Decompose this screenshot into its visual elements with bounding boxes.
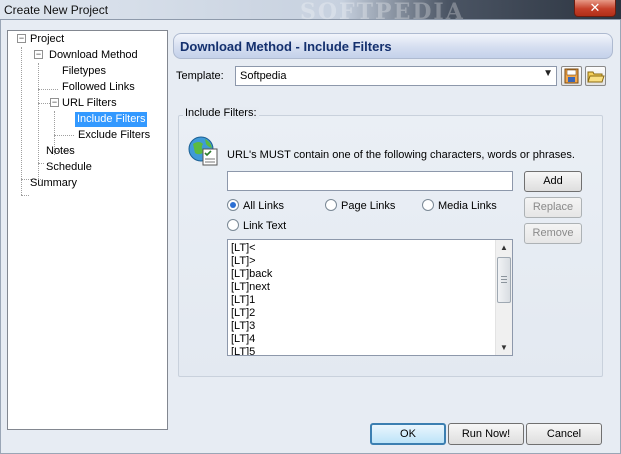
replace-button[interactable]: Replace xyxy=(524,197,582,218)
save-template-button[interactable] xyxy=(561,66,582,86)
radio-indicator xyxy=(325,199,337,211)
title-bar: Create New Project SOFTPEDIA ✕ xyxy=(0,0,621,25)
cancel-button[interactable]: Cancel xyxy=(526,423,602,445)
ok-button[interactable]: OK xyxy=(370,423,446,445)
tree-item-project[interactable]: Project xyxy=(30,32,64,47)
tree-item-schedule[interactable]: Schedule xyxy=(46,160,92,175)
radio-label: Link Text xyxy=(243,220,287,232)
list-item[interactable]: [LT]3 xyxy=(231,320,272,333)
list-item[interactable]: [LT]> xyxy=(231,255,272,268)
collapse-icon[interactable]: − xyxy=(50,98,59,107)
list-item[interactable]: [LT]5 xyxy=(231,346,272,355)
radio-all-links[interactable]: All Links xyxy=(227,199,284,213)
include-filters-group: Include Filters: URL's MUST contain one … xyxy=(178,107,603,377)
run-now-button[interactable]: Run Now! xyxy=(448,423,524,445)
list-item[interactable]: [LT]next xyxy=(231,281,272,294)
tree-line xyxy=(38,63,39,179)
radio-page-links[interactable]: Page Links xyxy=(325,199,395,213)
list-item[interactable]: [LT]1 xyxy=(231,294,272,307)
radio-label: All Links xyxy=(243,200,284,212)
tree-item-url-filters[interactable]: URL Filters xyxy=(62,96,117,111)
template-value: Softpedia xyxy=(240,70,287,82)
tree-line xyxy=(21,47,22,195)
list-item[interactable]: [LT]< xyxy=(231,242,272,255)
list-scrollbar[interactable]: ▲ ▼ xyxy=(495,240,512,355)
list-item[interactable]: [LT]back xyxy=(231,268,272,281)
template-dropdown[interactable]: Softpedia ▼ xyxy=(235,66,557,86)
close-button[interactable]: ✕ xyxy=(574,0,616,17)
folder-icon xyxy=(587,71,605,83)
tree-item-filetypes[interactable]: Filetypes xyxy=(62,64,106,79)
tree-item-include-filters[interactable]: Include Filters xyxy=(75,112,148,127)
save-template-icon xyxy=(564,68,579,84)
template-label: Template: xyxy=(176,70,224,82)
tree-line xyxy=(21,195,29,196)
list-item[interactable]: [LT]2 xyxy=(231,307,272,320)
tree-item-followed-links[interactable]: Followed Links xyxy=(62,80,135,95)
dialog-body: − Project − Download Method Filetypes Fo… xyxy=(0,20,621,454)
list-item[interactable]: [LT]4 xyxy=(231,333,272,346)
filter-description: URL's MUST contain one of the following … xyxy=(227,149,575,161)
scroll-thumb[interactable] xyxy=(497,257,511,303)
filter-globe-icon xyxy=(187,134,221,168)
radio-indicator xyxy=(422,199,434,211)
remove-button[interactable]: Remove xyxy=(524,223,582,244)
filter-list[interactable]: [LT]< [LT]> [LT]back [LT]next [LT]1 [LT]2 [LT]… xyxy=(227,239,513,356)
tree-line xyxy=(38,163,44,164)
radio-label: Media Links xyxy=(438,200,497,212)
tree-line xyxy=(38,89,58,90)
add-button[interactable]: Add xyxy=(524,171,582,192)
tree-item-download-method[interactable]: Download Method xyxy=(49,48,138,63)
tree-line xyxy=(54,135,74,136)
scroll-down-icon[interactable]: ▼ xyxy=(496,340,512,355)
radio-indicator xyxy=(227,219,239,231)
radio-link-text[interactable]: Link Text xyxy=(227,219,286,233)
radio-indicator xyxy=(227,199,239,211)
scroll-up-icon[interactable]: ▲ xyxy=(496,240,512,255)
filter-list-items: [LT]< [LT]> [LT]back [LT]next [LT]1 [LT]2 [LT]… xyxy=(231,242,272,355)
tree-item-summary[interactable]: Summary xyxy=(30,176,77,191)
tree-item-notes[interactable]: Notes xyxy=(46,144,75,159)
filter-input[interactable] xyxy=(227,171,513,191)
navigation-tree: − Project − Download Method Filetypes Fo… xyxy=(7,30,168,430)
open-template-button[interactable] xyxy=(585,66,606,86)
radio-media-links[interactable]: Media Links xyxy=(422,199,497,213)
radio-label: Page Links xyxy=(341,200,396,212)
collapse-icon[interactable]: − xyxy=(34,50,43,59)
window-title: Create New Project xyxy=(4,3,109,17)
collapse-icon[interactable]: − xyxy=(17,34,26,43)
tree-item-exclude-filters[interactable]: Exclude Filters xyxy=(78,128,150,143)
page-header: Download Method - Include Filters xyxy=(173,33,613,59)
page-title: Download Method - Include Filters xyxy=(180,39,392,54)
group-label: Include Filters: xyxy=(183,107,259,119)
grip-icon xyxy=(501,276,507,283)
chevron-down-icon: ▼ xyxy=(543,68,553,79)
